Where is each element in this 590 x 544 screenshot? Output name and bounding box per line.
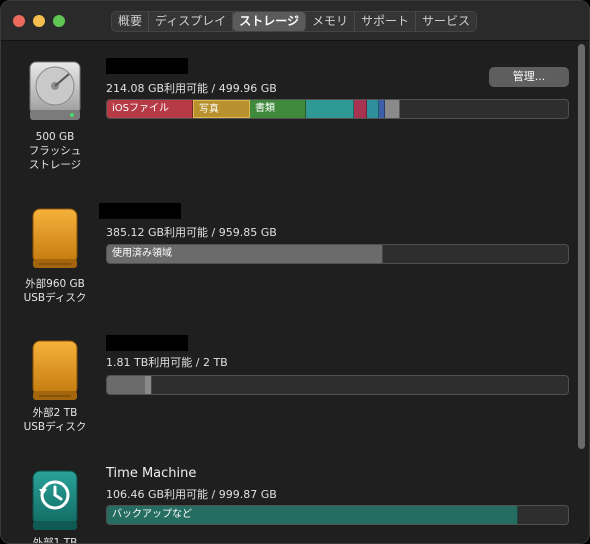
title-bar: 概要 ディスプレイ ストレージ メモリ サポート サービス	[1, 1, 589, 41]
caption-line: USBディスク	[23, 421, 87, 433]
tab-bar: 概要 ディスプレイ ストレージ メモリ サポート サービス	[111, 11, 477, 32]
internal-disk-icon	[29, 61, 81, 120]
external-disk-icon	[32, 208, 78, 268]
close-window-button[interactable]	[13, 15, 25, 27]
segment-other-3[interactable]	[367, 100, 379, 118]
segment-used-space[interactable]: 使用済み領域	[107, 245, 383, 263]
tab-displays[interactable]: ディスプレイ	[149, 12, 234, 31]
tab-service[interactable]: サービス	[416, 12, 476, 31]
tab-support[interactable]: サポート	[355, 12, 416, 31]
storage-usage-bar	[106, 375, 569, 395]
segment-documents[interactable]: 書類	[250, 100, 306, 118]
segment-other-2[interactable]	[354, 100, 367, 118]
redacted-drive-name	[99, 203, 181, 219]
tab-memory[interactable]: メモリ	[306, 12, 355, 31]
caption-line: 外部1 TB	[32, 537, 78, 544]
about-this-mac-window: 概要 ディスプレイ ストレージ メモリ サポート サービス 500 GB フラッ…	[0, 0, 590, 544]
external-disk-icon	[32, 340, 78, 400]
tab-overview[interactable]: 概要	[112, 12, 150, 31]
segment-ios-files[interactable]: iOSファイル	[107, 100, 193, 118]
drive-name: Time Machine	[106, 466, 197, 481]
drive-available-text: 214.08 GB利用可能 / 499.96 GB	[106, 82, 277, 95]
segment-used-space[interactable]	[107, 376, 152, 394]
drive-available-text: 106.46 GB利用可能 / 999.87 GB	[106, 488, 277, 501]
drive-caption: 外部1 TB	[9, 536, 101, 544]
storage-usage-bar: バックアップなど	[106, 505, 569, 525]
storage-usage-bar: iOSファイル 写真 書類	[106, 99, 569, 119]
scrollbar-thumb[interactable]	[578, 44, 585, 449]
caption-line: ストレージ	[28, 159, 82, 171]
drive-available-text: 1.81 TB利用可能 / 2 TB	[106, 356, 228, 369]
caption-line: 500 GB	[35, 131, 75, 143]
zoom-window-button[interactable]	[53, 15, 65, 27]
tab-storage[interactable]: ストレージ	[233, 12, 306, 31]
storage-usage-bar: 使用済み領域	[106, 244, 569, 264]
caption-line: 外部960 GB	[25, 278, 85, 290]
time-machine-disk-icon	[32, 470, 78, 530]
vertical-scrollbar[interactable]	[575, 44, 587, 542]
segment-system[interactable]	[385, 100, 400, 118]
redacted-drive-name	[106, 58, 188, 74]
minimize-window-button[interactable]	[33, 15, 45, 27]
caption-line: 外部2 TB	[32, 407, 78, 419]
caption-line: フラッシュ	[28, 145, 82, 157]
drive-caption: 外部960 GB USBディスク	[9, 277, 101, 305]
drive-caption: 500 GB フラッシュ ストレージ	[9, 130, 101, 172]
segment-photos[interactable]: 写真	[193, 100, 250, 118]
storage-pane: 500 GB フラッシュ ストレージ 214.08 GB利用可能 / 499.9…	[1, 42, 589, 544]
manage-button[interactable]: 管理...	[489, 67, 569, 87]
caption-line: USBディスク	[23, 292, 87, 304]
segment-backups[interactable]: バックアップなど	[107, 506, 518, 524]
segment-other-1[interactable]	[306, 100, 354, 118]
redacted-drive-name	[106, 335, 188, 351]
drive-available-text: 385.12 GB利用可能 / 959.85 GB	[106, 226, 277, 239]
drive-caption: 外部2 TB USBディスク	[9, 406, 101, 434]
